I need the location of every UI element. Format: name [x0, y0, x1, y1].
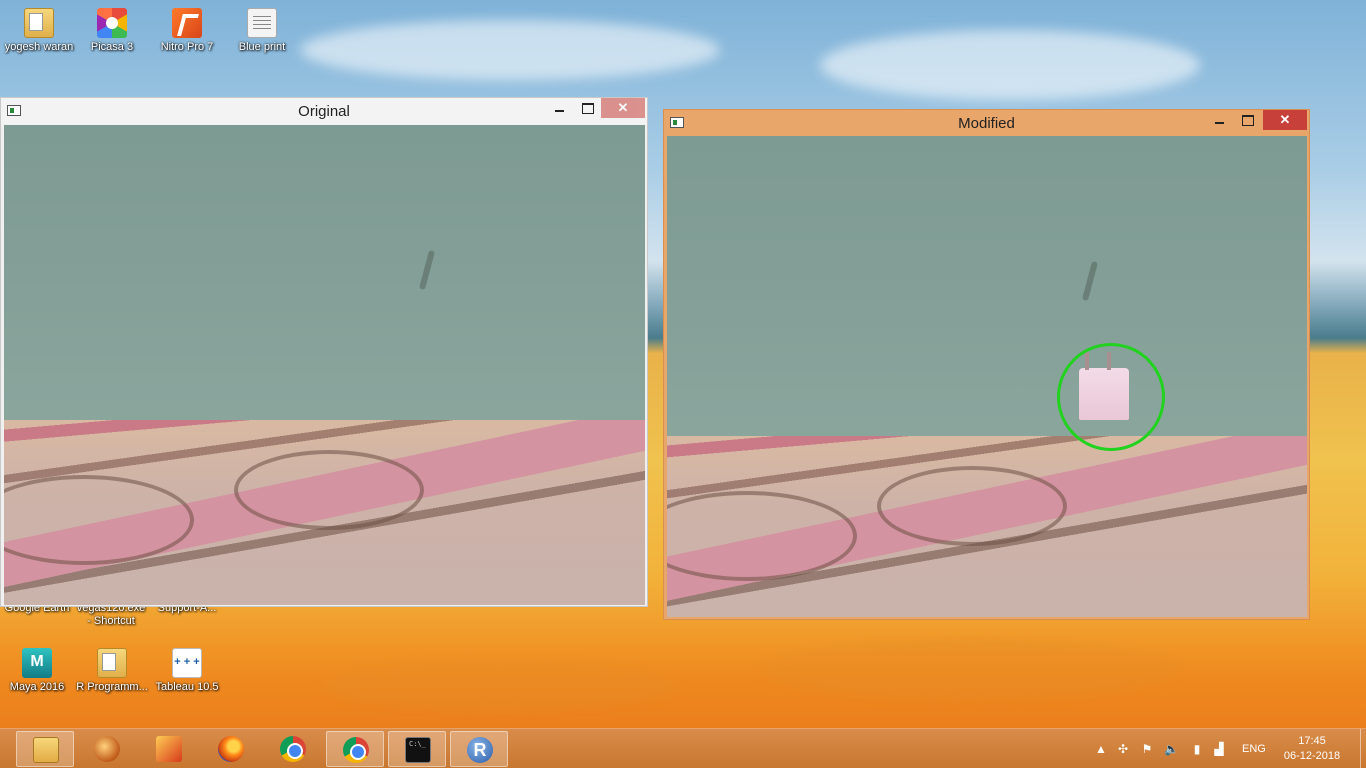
- desktop-icon-label: Blue print: [238, 41, 286, 53]
- maximize-button[interactable]: [1233, 110, 1261, 130]
- maximize-button[interactable]: [573, 98, 601, 118]
- modified-window[interactable]: Modified: [663, 109, 1310, 620]
- taskbar-r[interactable]: R: [450, 731, 508, 767]
- original-camera-frame: [4, 125, 645, 605]
- media-player-icon: [94, 736, 120, 762]
- network-signal-icon[interactable]: ▟: [1212, 742, 1226, 756]
- dune: [760, 640, 1180, 700]
- taskbar-chrome-running[interactable]: [326, 731, 384, 767]
- minimize-button[interactable]: [545, 98, 573, 118]
- modified-camera-frame: [667, 136, 1307, 617]
- bedsheet-pattern: [877, 466, 1067, 546]
- firefox-icon: [218, 736, 244, 762]
- close-button[interactable]: [601, 98, 645, 118]
- bedsheet-pattern: [234, 450, 424, 530]
- desktop-icon-label: Nitro Pro 7: [160, 41, 214, 53]
- tableau-icon: [172, 648, 202, 678]
- cloud: [300, 20, 720, 80]
- system-clock[interactable]: 17:45 06-12-2018: [1280, 734, 1344, 764]
- desktop-icon-r-programming[interactable]: R Programm...: [75, 648, 149, 694]
- taskbar-file-explorer[interactable]: [16, 731, 74, 767]
- taskbar-command-prompt[interactable]: [388, 731, 446, 767]
- clock-date: 06-12-2018: [1283, 750, 1341, 762]
- r-icon: R: [467, 737, 493, 763]
- original-window[interactable]: Original: [0, 97, 648, 607]
- desktop-icon-yogesh-waran[interactable]: yogesh waran: [2, 8, 76, 54]
- folder-icon: [97, 648, 127, 678]
- taskbar: R ▲ ✣ ⚑ 🔈 ▮ ▟ ENG 17:45 06-12-2018: [0, 728, 1366, 768]
- desktop-icon-label: Maya 2016: [9, 681, 65, 693]
- taskbar-chrome[interactable]: [264, 731, 322, 767]
- show-desktop-button[interactable]: [1360, 729, 1366, 768]
- minimize-button[interactable]: [1205, 110, 1233, 130]
- desktop-icon-maya[interactable]: Maya 2016: [0, 648, 74, 694]
- taskbar-powerpoint[interactable]: [140, 731, 198, 767]
- wall-background: [667, 136, 1307, 446]
- detection-circle: [1057, 343, 1165, 451]
- cloud: [820, 30, 1200, 100]
- desktop-icon-nitro[interactable]: Nitro Pro 7: [150, 8, 224, 54]
- maya-icon: [22, 648, 52, 678]
- desktop-icon-label: yogesh waran: [4, 41, 74, 53]
- desktop-icon-label: R Programm...: [76, 681, 148, 693]
- wall-background: [4, 125, 645, 430]
- user-folder-icon: [24, 8, 54, 38]
- chrome-icon: [343, 737, 369, 763]
- chrome-icon: [280, 736, 306, 762]
- dropbox-icon[interactable]: ✣: [1116, 742, 1130, 756]
- dune: [320, 660, 680, 710]
- desktop-icon-label: Tableau 10.5: [155, 681, 219, 693]
- modified-window-titlebar[interactable]: Modified: [664, 110, 1309, 136]
- taskbar-media-player[interactable]: [78, 731, 136, 767]
- close-button[interactable]: [1263, 110, 1307, 130]
- desktop-icon-label: Picasa 3: [90, 41, 134, 53]
- battery-icon[interactable]: ▮: [1190, 742, 1204, 756]
- desktop-icon-tableau[interactable]: Tableau 10.5: [150, 648, 224, 694]
- action-center-flag-icon[interactable]: ⚑: [1140, 742, 1154, 756]
- volume-icon[interactable]: 🔈: [1164, 742, 1179, 756]
- command-prompt-icon: [405, 737, 431, 763]
- file-explorer-icon: [33, 737, 59, 763]
- desktop-icon-blue-print[interactable]: Blue print: [225, 8, 299, 54]
- clock-time: 17:45: [1298, 735, 1326, 747]
- powerpoint-icon: [156, 736, 182, 762]
- original-window-titlebar[interactable]: Original: [1, 98, 647, 124]
- language-indicator[interactable]: ENG: [1242, 743, 1266, 755]
- taskbar-firefox[interactable]: [202, 731, 260, 767]
- show-hidden-icons-icon[interactable]: ▲: [1094, 742, 1108, 756]
- picasa-icon: [97, 8, 127, 38]
- nitro-icon: [172, 8, 202, 38]
- document-icon: [247, 8, 277, 38]
- desktop-icon-picasa[interactable]: Picasa 3: [75, 8, 149, 54]
